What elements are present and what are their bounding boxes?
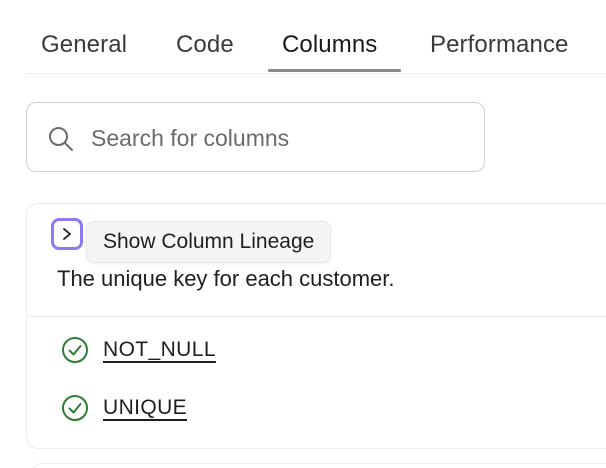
column-search-box xyxy=(26,102,485,172)
tab-bar: General Code Columns Performance xyxy=(26,0,606,74)
search-input[interactable] xyxy=(91,121,471,155)
test-link-unique[interactable]: UNIQUE xyxy=(103,396,187,420)
test-link-not-null[interactable]: NOT_NULL xyxy=(103,338,216,362)
active-tab-indicator xyxy=(268,69,401,72)
column-lineage-tooltip: Show Column Lineage xyxy=(86,221,332,263)
column-details-page: General Code Columns Performance Show Co… xyxy=(0,0,606,468)
expand-column-button[interactable] xyxy=(51,218,83,250)
tab-columns[interactable]: Columns xyxy=(282,31,377,59)
search-icon xyxy=(49,127,73,151)
check-circle-icon xyxy=(62,337,88,363)
tab-general[interactable]: General xyxy=(41,31,127,59)
next-card-edge xyxy=(32,463,606,468)
card-divider xyxy=(27,316,606,317)
check-circle-icon xyxy=(62,395,88,421)
tab-performance[interactable]: Performance xyxy=(430,31,569,59)
tab-code[interactable]: Code xyxy=(176,31,234,59)
chevron-right-icon xyxy=(63,228,71,240)
column-card: Show Column Lineage The unique key for e… xyxy=(26,203,606,449)
column-description: The unique key for each customer. xyxy=(57,266,395,291)
